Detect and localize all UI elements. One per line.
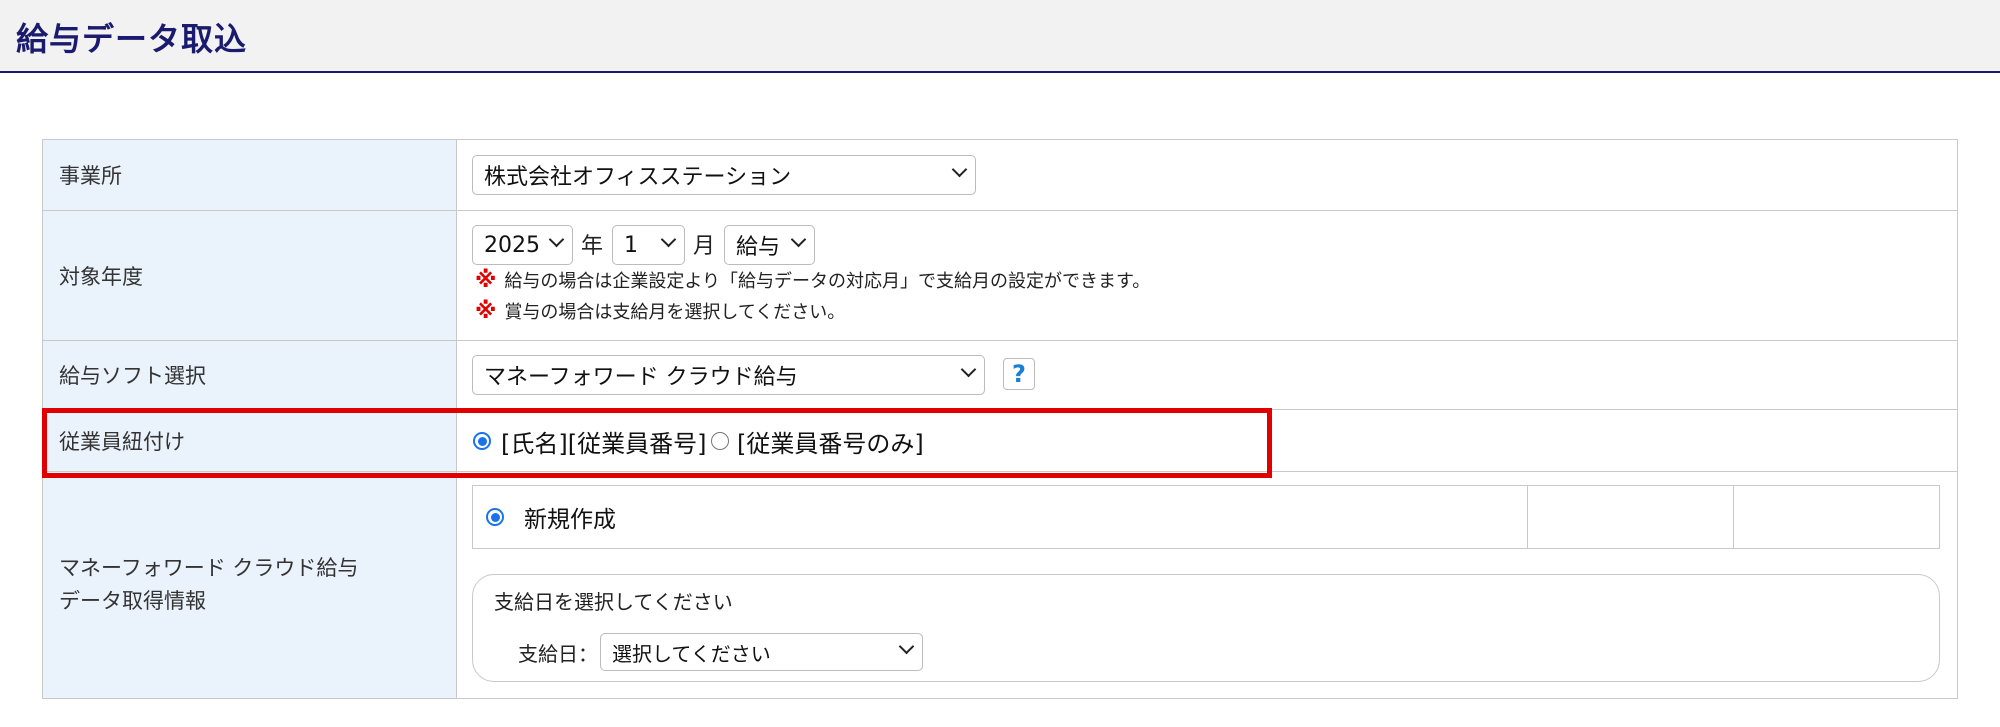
chevron-down-icon [790, 231, 807, 248]
paydate-prompt: 支給日を選択してください [494, 590, 733, 614]
year-unit: 年 [581, 234, 604, 259]
office-select[interactable]: 株式会社オフィスステーション [472, 155, 976, 195]
new-create-table: 新規作成 [472, 485, 1940, 549]
mf-data-label: マネーフォワード クラウド給与 データ取得情報 [43, 472, 457, 698]
page-header: 給与データ取込 [0, 0, 2000, 73]
paydate-select[interactable]: 選択してください [600, 633, 923, 671]
year-select-value: 2025 [484, 232, 540, 258]
chevron-down-icon [951, 161, 968, 178]
software-value-cell: マネーフォワード クラウド給与 ? [457, 341, 1957, 409]
paydate-select-value: 選択してください [612, 641, 771, 666]
mf-data-row: マネーフォワード クラウド給与 データ取得情報 新規作成 支給日を選択してくださ… [43, 472, 1957, 698]
paydate-box: 支給日を選択してください 支給日： 選択してください [472, 574, 1940, 682]
mf-data-value-cell: 新規作成 支給日を選択してください 支給日： 選択してください [457, 472, 1957, 698]
chevron-down-icon [960, 361, 977, 378]
month-select[interactable]: 1 [612, 225, 685, 265]
month-select-value: 1 [624, 232, 638, 258]
note-salary-month: ※ 給与の場合は企業設定より「給与データの対応月」で支給月の設定ができます。 [475, 267, 1150, 293]
month-unit: 月 [693, 234, 716, 259]
chevron-down-icon [660, 231, 677, 248]
table-divider [1527, 486, 1528, 548]
table-divider [1733, 486, 1734, 548]
pay-type-select[interactable]: 給与 [724, 225, 815, 265]
target-period-label: 対象年度 [43, 211, 457, 340]
office-select-value: 株式会社オフィスステーション [484, 165, 792, 190]
help-button[interactable]: ? [1003, 358, 1035, 390]
note-bonus-month-text: 賞与の場合は支給月を選択してください。 [504, 302, 846, 323]
software-select[interactable]: マネーフォワード クラウド給与 [472, 355, 985, 395]
office-label: 事業所 [43, 140, 457, 210]
software-select-value: マネーフォワード クラウド給与 [484, 365, 798, 390]
chevron-down-icon [898, 638, 915, 655]
target-period-row: 対象年度 2025 年 1 月 給与 ※ 給与の場合は企業設定より「給与データの… [43, 211, 1957, 341]
note-mark-icon: ※ [475, 298, 497, 324]
note-salary-month-text: 給与の場合は企業設定より「給与データの対応月」で支給月の設定ができます。 [504, 271, 1151, 292]
year-select[interactable]: 2025 [472, 225, 573, 265]
pay-type-select-value: 給与 [736, 235, 781, 260]
chevron-down-icon [548, 231, 565, 248]
employee-link-highlight [42, 408, 1272, 478]
mf-data-label-line1: マネーフォワード クラウド給与 [59, 556, 359, 580]
new-create-label[interactable]: 新規作成 [524, 500, 616, 534]
new-create-radio[interactable] [486, 508, 504, 526]
target-period-value-cell: 2025 年 1 月 給与 ※ 給与の場合は企業設定より「給与データの対応月」で… [457, 211, 1957, 340]
office-row: 事業所 株式会社オフィスステーション [43, 140, 1957, 211]
note-mark-icon: ※ [475, 267, 497, 293]
software-row: 給与ソフト選択 マネーフォワード クラウド給与 ? [43, 341, 1957, 410]
office-value-cell: 株式会社オフィスステーション [457, 140, 1957, 210]
mf-data-label-line2: データ取得情報 [59, 589, 206, 613]
note-bonus-month: ※ 賞与の場合は支給月を選択してください。 [475, 298, 845, 324]
paydate-label: 支給日： [518, 642, 598, 666]
page-title: 給与データ取込 [16, 20, 248, 58]
software-label: 給与ソフト選択 [43, 341, 457, 409]
